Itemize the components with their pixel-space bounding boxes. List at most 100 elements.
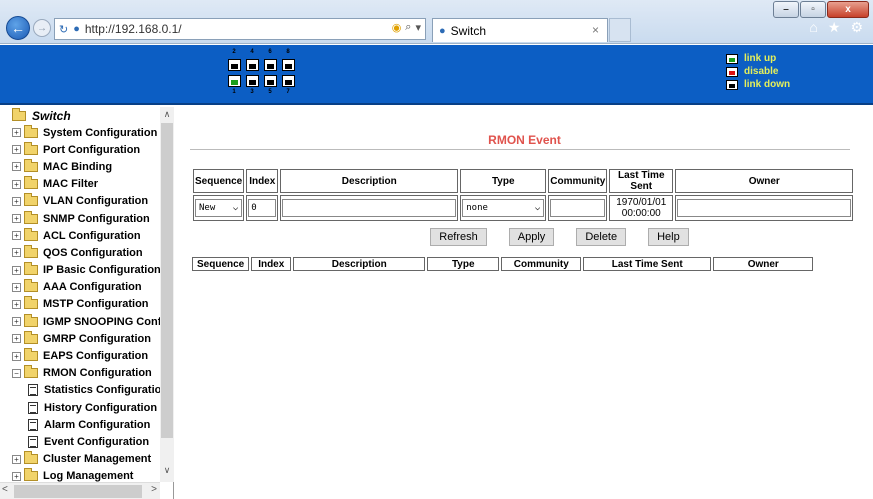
expand-plus-icon[interactable]: + bbox=[12, 334, 21, 344]
index-input[interactable]: 0 bbox=[248, 199, 277, 217]
sidebar-item-cluster-management[interactable]: + Cluster Management bbox=[0, 451, 173, 468]
owner-input[interactable] bbox=[677, 199, 852, 217]
expand-plus-icon[interactable]: + bbox=[12, 282, 21, 292]
port-2-icon[interactable] bbox=[225, 57, 243, 73]
sidebar-item-label: Alarm Configuration bbox=[44, 418, 151, 431]
type-select[interactable]: none ⌵ bbox=[462, 199, 545, 217]
sidebar-item-snmp-configuration[interactable]: + SNMP Configuration bbox=[0, 210, 173, 227]
sidebar-item-label: Cluster Management bbox=[43, 453, 152, 466]
sidebar-item-mac-filter[interactable]: + MAC Filter bbox=[0, 176, 173, 193]
expand-plus-icon[interactable]: + bbox=[12, 299, 21, 309]
sidebar-item-gmrp-configuration[interactable]: + GMRP Configuration bbox=[0, 330, 173, 347]
back-button[interactable]: ← bbox=[6, 16, 30, 40]
type-cell: none ⌵ bbox=[460, 195, 547, 221]
sidebar-item-aaa-configuration[interactable]: + AAA Configuration bbox=[0, 279, 173, 296]
favorites-star-icon[interactable]: ★ bbox=[828, 19, 841, 36]
arrow-left-icon: ← bbox=[11, 20, 25, 36]
compatibility-icon[interactable]: ◉ bbox=[392, 21, 402, 34]
apply-button[interactable]: Apply bbox=[508, 228, 555, 246]
sidebar-item-event-configuration[interactable]: Event Configuration bbox=[0, 433, 173, 450]
search-icon[interactable]: ⌕ bbox=[405, 21, 411, 34]
port-numbers-top: 2 4 6 8 bbox=[225, 49, 297, 57]
help-button[interactable]: Help bbox=[648, 228, 689, 246]
sequence-select[interactable]: New ⌵ bbox=[195, 199, 243, 217]
expand-plus-icon[interactable]: + bbox=[12, 265, 21, 275]
maximize-button[interactable]: ▫ bbox=[800, 1, 826, 18]
sidebar-item-mac-binding[interactable]: + MAC Binding bbox=[0, 158, 173, 175]
expand-plus-icon[interactable]: + bbox=[12, 454, 21, 464]
expand-plus-icon[interactable]: + bbox=[12, 471, 21, 481]
description-input[interactable] bbox=[282, 199, 457, 217]
sidebar-item-statistics-configuration[interactable]: Statistics Configuratio bbox=[0, 382, 173, 399]
tree-root[interactable]: Switch bbox=[0, 107, 173, 124]
port-8-icon[interactable] bbox=[279, 57, 297, 73]
close-window-button[interactable]: x bbox=[827, 1, 869, 18]
type-value: none bbox=[466, 203, 488, 213]
expand-plus-icon[interactable]: + bbox=[12, 248, 21, 258]
port-6-icon[interactable] bbox=[261, 57, 279, 73]
folder-icon bbox=[24, 468, 38, 482]
minimize-button[interactable]: – bbox=[773, 1, 799, 18]
expand-plus-icon[interactable]: + bbox=[12, 196, 21, 206]
scroll-left-icon[interactable]: < bbox=[2, 484, 8, 495]
sidebar-item-label: ACL Configuration bbox=[43, 229, 141, 242]
list-col-owner: Owner bbox=[713, 257, 814, 271]
port-4-icon[interactable] bbox=[243, 57, 261, 73]
sidebar-item-system-configuration[interactable]: + System Configuration bbox=[0, 124, 173, 141]
sidebar-item-rmon-configuration[interactable]: − RMON Configuration bbox=[0, 365, 173, 382]
home-icon[interactable]: ⌂ bbox=[809, 19, 817, 36]
url-text[interactable]: http://192.168.0.1/ bbox=[85, 22, 182, 36]
scroll-right-icon[interactable]: > bbox=[151, 484, 157, 495]
sidebar-horizontal-scrollbar[interactable]: < > bbox=[0, 482, 160, 499]
sidebar-item-history-configuration[interactable]: History Configuration bbox=[0, 399, 173, 416]
sidebar-item-vlan-configuration[interactable]: + VLAN Configuration bbox=[0, 193, 173, 210]
sidebar-item-label: SNMP Configuration bbox=[43, 212, 150, 225]
col-owner: Owner bbox=[675, 169, 854, 193]
dropdown-icon[interactable]: ▾ bbox=[415, 21, 421, 34]
delete-button[interactable]: Delete bbox=[576, 228, 627, 246]
community-input[interactable] bbox=[550, 199, 606, 217]
sidebar-item-acl-configuration[interactable]: + ACL Configuration bbox=[0, 227, 173, 244]
refresh-button[interactable]: Refresh bbox=[430, 228, 487, 246]
port-7-icon[interactable] bbox=[279, 73, 297, 89]
expand-plus-icon[interactable]: + bbox=[12, 214, 21, 224]
address-bar[interactable]: ↻ ● http://192.168.0.1/ ◉ ⌕ ▾ bbox=[54, 18, 426, 40]
expand-plus-icon[interactable]: + bbox=[12, 179, 21, 189]
new-tab-button[interactable] bbox=[609, 18, 631, 42]
port-disable-icon bbox=[726, 66, 738, 77]
expand-plus-icon[interactable]: + bbox=[12, 128, 21, 138]
expand-plus-icon[interactable]: + bbox=[12, 351, 21, 361]
expand-plus-icon[interactable]: + bbox=[12, 145, 21, 155]
sidebar-item-mstp-configuration[interactable]: + MSTP Configuration bbox=[0, 296, 173, 313]
sidebar-item-port-configuration[interactable]: + Port Configuration bbox=[0, 141, 173, 158]
refresh-icon[interactable]: ↻ bbox=[59, 23, 68, 36]
sidebar-item-ip-basic-configuration[interactable]: + IP Basic Configuration bbox=[0, 262, 173, 279]
legend-disable: disable bbox=[726, 65, 790, 78]
scroll-up-icon[interactable]: ∧ bbox=[160, 109, 174, 123]
port-3-icon[interactable] bbox=[243, 73, 261, 89]
legend-label: link down bbox=[744, 79, 791, 90]
collapse-minus-icon[interactable]: − bbox=[12, 368, 21, 378]
expand-plus-icon[interactable]: + bbox=[12, 231, 21, 241]
expand-plus-icon[interactable]: + bbox=[12, 162, 21, 172]
gear-icon[interactable]: ⚙ bbox=[850, 19, 863, 36]
browser-tab[interactable]: ● Switch × bbox=[432, 18, 608, 42]
expand-plus-icon[interactable]: + bbox=[12, 317, 21, 327]
sidebar-hscroll-thumb[interactable] bbox=[14, 485, 142, 498]
sidebar-item-qos-configuration[interactable]: + QOS Configuration bbox=[0, 244, 173, 261]
sidebar-item-label: MSTP Configuration bbox=[43, 298, 149, 311]
forward-button[interactable]: → bbox=[33, 19, 51, 37]
folder-icon bbox=[24, 227, 38, 241]
tab-close-icon[interactable]: × bbox=[592, 23, 599, 37]
port-5-icon[interactable] bbox=[261, 73, 279, 89]
port-panel: 2 4 6 8 1 3 5 7 bbox=[225, 49, 297, 97]
sidebar-item-eaps-configuration[interactable]: + EAPS Configuration bbox=[0, 347, 173, 364]
sidebar-item-alarm-configuration[interactable]: Alarm Configuration bbox=[0, 416, 173, 433]
document-icon bbox=[28, 435, 38, 448]
sidebar-vertical-scrollbar[interactable]: ∧ ∨ bbox=[160, 107, 174, 482]
document-icon bbox=[28, 401, 38, 414]
sidebar-item-igmp-snooping[interactable]: + IGMP SNOOPING Confi bbox=[0, 313, 173, 330]
sidebar-scroll-thumb[interactable] bbox=[161, 123, 173, 438]
scroll-down-icon[interactable]: ∨ bbox=[160, 465, 174, 479]
port-1-icon[interactable] bbox=[225, 73, 243, 89]
